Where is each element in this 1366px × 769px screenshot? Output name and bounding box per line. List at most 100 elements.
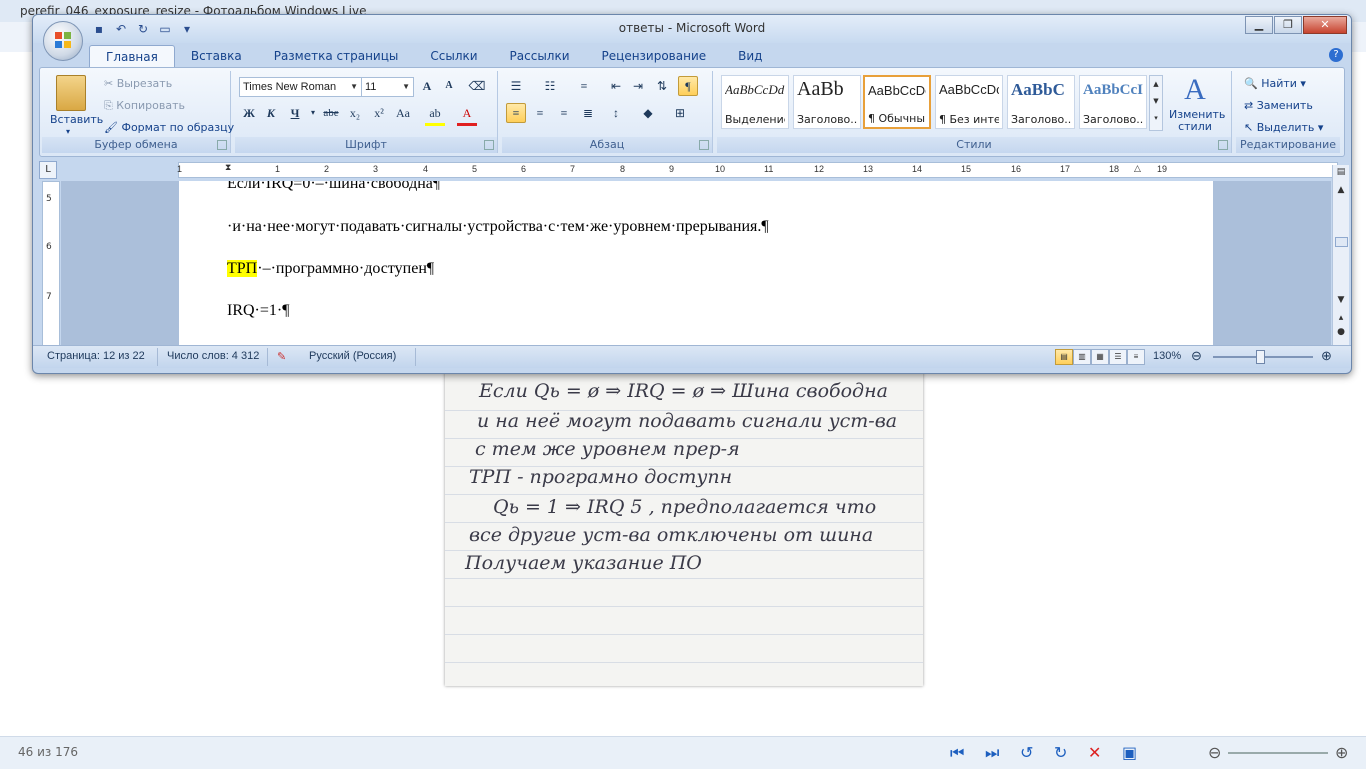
- tab-review[interactable]: Рецензирование: [586, 45, 723, 67]
- paragraph-launcher-icon[interactable]: [699, 140, 709, 150]
- style-emphasis[interactable]: AaBbCcDd Выделение: [721, 75, 789, 129]
- zoom-out-icon[interactable]: ⊖: [1208, 743, 1221, 762]
- page-count[interactable]: Страница: 12 из 22: [47, 350, 145, 362]
- customize-qat-icon[interactable]: ▾: [179, 21, 195, 37]
- underline-dropdown-icon[interactable]: ▾: [303, 103, 323, 123]
- next-icon[interactable]: ⏭: [985, 743, 999, 763]
- select-button[interactable]: ↖ Выделить ▾: [1244, 121, 1323, 134]
- right-indent-marker-icon[interactable]: △: [1134, 164, 1141, 174]
- replace-button[interactable]: ⇄ Заменить: [1244, 99, 1313, 112]
- bullets-icon[interactable]: ☰: [506, 76, 526, 96]
- vertical-ruler[interactable]: 5 6 7: [42, 181, 60, 347]
- paste-icon[interactable]: [56, 75, 86, 111]
- sort-icon[interactable]: ⇅: [652, 76, 672, 96]
- previous-icon[interactable]: ⏮: [950, 743, 964, 763]
- delete-icon[interactable]: ✕: [1088, 743, 1101, 762]
- select-browse-object-icon[interactable]: ●: [1333, 327, 1349, 337]
- decrease-indent-icon[interactable]: ⇤: [606, 76, 626, 96]
- strikethrough-button[interactable]: abe: [321, 103, 341, 123]
- copy-button[interactable]: ⎘ Копировать: [104, 99, 185, 113]
- rotate-right-icon[interactable]: ↻: [1054, 743, 1067, 762]
- undo-icon[interactable]: ↶: [113, 21, 129, 37]
- document-page[interactable]: Если·IRQ=0·–·шина·свободна¶ ·и·на·нее·мо…: [179, 181, 1213, 345]
- borders-icon[interactable]: ⊞: [670, 103, 690, 123]
- help-icon[interactable]: ?: [1329, 48, 1343, 62]
- horizontal-ruler[interactable]: 1 ⧗ 1 2 3 4 5 6 7 8 9 10 11 12 13 14 15 …: [177, 162, 1338, 178]
- change-case-button[interactable]: Aa: [393, 103, 413, 123]
- clear-formatting-icon[interactable]: ⌫: [467, 76, 487, 96]
- tab-page-layout[interactable]: Разметка страницы: [258, 45, 415, 67]
- change-styles-icon[interactable]: A: [1173, 73, 1217, 107]
- office-button[interactable]: [43, 21, 83, 61]
- grow-font-button[interactable]: A: [417, 76, 437, 96]
- style-heading-3[interactable]: AaBbCcI Заголово...: [1079, 75, 1147, 129]
- maximize-button[interactable]: ❐: [1274, 16, 1302, 34]
- save-icon[interactable]: ▪: [91, 21, 107, 37]
- zoom-level[interactable]: 130%: [1153, 350, 1181, 362]
- line-spacing-icon[interactable]: ↕: [606, 103, 626, 123]
- indent-marker-icon[interactable]: ⧗: [225, 163, 231, 173]
- minimize-button[interactable]: ▁: [1245, 16, 1273, 34]
- paste-button[interactable]: Вставить: [50, 113, 103, 126]
- doc-paragraph[interactable]: ·и·на·нее·могут·подавать·сигналы·устройс…: [227, 218, 769, 236]
- align-right-icon[interactable]: ≡: [554, 103, 574, 123]
- subscript-button[interactable]: x₂: [345, 103, 365, 123]
- doc-paragraph[interactable]: ТРП·–·программно·доступен¶: [227, 260, 434, 278]
- print-layout-view-icon[interactable]: ▤: [1055, 349, 1073, 365]
- outline-view-icon[interactable]: ☰: [1109, 349, 1127, 365]
- zoom-out-button[interactable]: ⊖: [1191, 348, 1202, 364]
- tab-mailings[interactable]: Рассылки: [494, 45, 586, 67]
- font-size-combo[interactable]: 11 ▼: [361, 77, 414, 97]
- scroll-down-icon[interactable]: ▼: [1333, 295, 1349, 305]
- language[interactable]: Русский (Россия): [309, 350, 396, 362]
- change-styles-button[interactable]: Изменить стили: [1169, 109, 1225, 133]
- tab-references[interactable]: Ссылки: [414, 45, 493, 67]
- justify-icon[interactable]: ≣: [578, 103, 598, 123]
- styles-scroll[interactable]: ▲ ▼ ▾: [1149, 75, 1163, 131]
- tab-selector-icon[interactable]: L: [39, 161, 57, 179]
- cut-button[interactable]: ✂ Вырезать: [104, 77, 172, 90]
- rotate-left-icon[interactable]: ↺: [1020, 743, 1033, 762]
- doc-paragraph[interactable]: Если·IRQ=0·–·шина·свободна¶: [227, 181, 440, 193]
- font-name-combo[interactable]: Times New Roman ▼: [239, 77, 362, 97]
- close-button[interactable]: ✕: [1303, 16, 1347, 34]
- multilevel-list-icon[interactable]: ≡: [574, 76, 594, 96]
- full-screen-reading-icon[interactable]: ▥: [1073, 349, 1091, 365]
- tab-insert[interactable]: Вставка: [175, 45, 258, 67]
- shading-icon[interactable]: ◆: [638, 103, 658, 123]
- increase-indent-icon[interactable]: ⇥: [628, 76, 648, 96]
- font-launcher-icon[interactable]: [484, 140, 494, 150]
- vertical-scrollbar[interactable]: ▤ ▲ ▼ ▴ ●: [1332, 165, 1349, 345]
- zoom-slider-thumb[interactable]: [1256, 350, 1265, 364]
- find-button[interactable]: 🔍 Найти ▾: [1244, 77, 1306, 90]
- align-left-icon[interactable]: ≡: [506, 103, 526, 123]
- paste-dropdown-icon[interactable]: ▾: [66, 127, 70, 136]
- zoom-in-icon[interactable]: ⊕: [1335, 743, 1348, 762]
- style-heading-1[interactable]: AaBb Заголово...: [793, 75, 861, 129]
- draft-view-icon[interactable]: ≡: [1127, 349, 1145, 365]
- highlight-icon[interactable]: ab: [425, 103, 445, 126]
- proofing-icon[interactable]: ✎: [277, 350, 286, 363]
- zoom-in-button[interactable]: ⊕: [1321, 348, 1332, 364]
- doc-paragraph[interactable]: IRQ·=1·¶: [227, 302, 289, 320]
- print-preview-icon[interactable]: ▭: [157, 21, 173, 37]
- scroll-up-icon[interactable]: ▲: [1333, 185, 1349, 195]
- format-painter-button[interactable]: 🖌 Формат по образцу: [104, 121, 234, 134]
- underline-button[interactable]: Ч: [285, 103, 305, 123]
- show-formatting-button[interactable]: ¶: [678, 76, 698, 96]
- view-ruler-icon[interactable]: ▤: [1333, 167, 1349, 177]
- redo-icon[interactable]: ↻: [135, 21, 151, 37]
- clipboard-launcher-icon[interactable]: [217, 140, 227, 150]
- slideshow-icon[interactable]: ▣: [1122, 743, 1137, 762]
- style-heading-2[interactable]: AaBbC Заголово...: [1007, 75, 1075, 129]
- italic-button[interactable]: К: [261, 103, 281, 123]
- tab-view[interactable]: Вид: [722, 45, 778, 67]
- superscript-button[interactable]: x²: [369, 103, 389, 123]
- web-layout-icon[interactable]: ▦: [1091, 349, 1109, 365]
- scroll-thumb[interactable]: [1335, 237, 1348, 247]
- shrink-font-button[interactable]: A: [439, 76, 459, 96]
- styles-launcher-icon[interactable]: [1218, 140, 1228, 150]
- previous-page-icon[interactable]: ▴: [1333, 313, 1349, 323]
- word-count[interactable]: Число слов: 4 312: [167, 350, 259, 362]
- numbering-icon[interactable]: ☷: [540, 76, 560, 96]
